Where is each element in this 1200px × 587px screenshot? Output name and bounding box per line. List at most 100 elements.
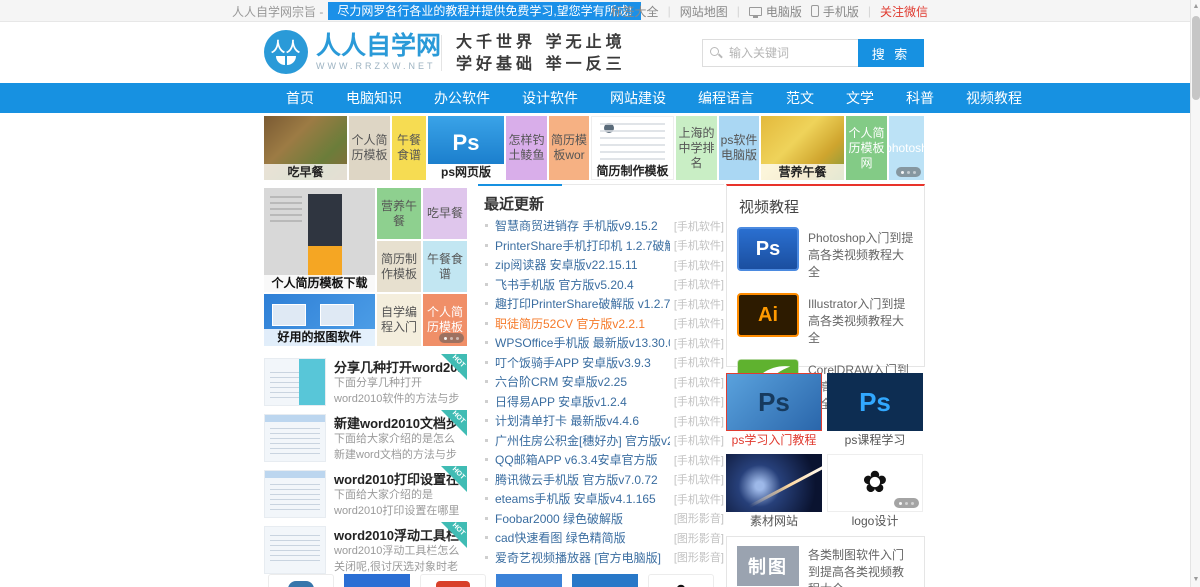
list-item[interactable]: 腾讯微云手机版 官方版v7.0.72[手机软件] — [478, 470, 724, 490]
update-link[interactable]: cad快速看图 绿色精简版 — [495, 529, 670, 546]
update-link[interactable]: 叮个饭骑手APP 安卓版v3.9.3 — [495, 354, 670, 371]
video-item-illustrator[interactable]: Ai Illustrator入门到提高各类视频教程大全 — [737, 293, 914, 347]
logo-flower-tile[interactable]: ✿ — [648, 574, 714, 587]
update-link[interactable]: 爱奇艺视频播放器 [官方电脑版] — [495, 549, 670, 566]
grid-tile-fishing[interactable]: 怎样钓土鲮鱼 — [506, 116, 547, 180]
update-link[interactable]: eteams手机版 安卓版v4.1.165 — [495, 490, 670, 507]
gallery-ps-course[interactable]: Ps ps课程学习 — [827, 373, 923, 449]
grid-tile-lunch-recipe[interactable]: 午餐食谱 — [392, 116, 426, 180]
tile-breakfast[interactable]: 吃早餐 — [423, 188, 467, 239]
nav-video[interactable]: 视频教程 — [950, 83, 1038, 113]
tile-nutritious-lunch[interactable]: 营养午餐 — [377, 188, 421, 239]
tile-label: 简历模板wor — [549, 133, 589, 163]
update-link[interactable]: 趣打印PrinterShare破解版 v1.2.7安卓高 — [495, 295, 670, 312]
update-link[interactable]: QQ邮箱APP v6.3.4安卓官方版 — [495, 451, 670, 468]
list-item[interactable]: PrinterShare手机打印机 1.2.7破解版[手机软件] — [478, 236, 724, 256]
link-sitemap[interactable]: 网站地图 — [680, 3, 728, 20]
update-link[interactable]: PrinterShare手机打印机 1.2.7破解版 — [495, 237, 670, 254]
nav-design[interactable]: 设计软件 — [506, 83, 594, 113]
video-item-photoshop[interactable]: Ps Photoshop入门到提高各类视频教程大全 — [737, 227, 914, 281]
list-item[interactable]: 趣打印PrinterShare破解版 v1.2.7安卓高[手机软件] — [478, 294, 724, 314]
link-tags[interactable]: 标签大全 — [611, 3, 659, 20]
tile-resume-template[interactable]: 个人简历模板 — [423, 294, 467, 346]
update-link[interactable]: 广州住房公积金[穗好办] 官方版v2.5.19 — [495, 432, 670, 449]
grid-tile-resume[interactable]: 个人简历模板 — [349, 116, 390, 180]
update-link[interactable]: 腾讯微云手机版 官方版v7.0.72 — [495, 471, 670, 488]
list-item[interactable]: 广州住房公积金[穗好办] 官方版v2.5.19[手机软件] — [478, 431, 724, 451]
gallery-logo-design[interactable]: ✿ logo设计 — [827, 454, 923, 530]
link-mobile-version[interactable]: 手机版 — [811, 3, 859, 20]
list-item[interactable]: 智慧商贸进销存 手机版v9.15.2[手机软件] — [478, 216, 724, 236]
list-item[interactable]: 飞书手机版 官方版v5.20.4[手机软件] — [478, 275, 724, 295]
office-tile[interactable] — [420, 574, 486, 587]
list-item[interactable]: 日得易APP 安卓版v1.2.4[手机软件] — [478, 392, 724, 412]
nav-programming[interactable]: 编程语言 — [682, 83, 770, 113]
nav-home[interactable]: 首页 — [270, 83, 330, 113]
article-item[interactable]: 新建word2010文档步骤 下面给大家介绍的是怎么新建word文档的方法与步骤… — [264, 410, 467, 466]
carousel-pager[interactable] — [894, 498, 919, 508]
gallery-cutout-software[interactable]: 好用的抠图软件 — [264, 294, 375, 346]
scroll-up-arrow[interactable]: ▲ — [1192, 2, 1200, 12]
nav-literature[interactable]: 文学 — [830, 83, 890, 113]
grid-tile-resume-site[interactable]: 个人简历模板网 — [846, 116, 887, 180]
tile-self-programming[interactable]: 自学编程入门 — [377, 294, 421, 346]
tile-resume-making[interactable]: 简历制作模板 — [377, 241, 421, 292]
list-item[interactable]: 计划清单打卡 最新版v4.4.6[手机软件] — [478, 411, 724, 431]
ps-app-tile[interactable]: Ps — [572, 574, 638, 587]
update-link[interactable]: 日得易APP 安卓版v1.2.4 — [495, 393, 670, 410]
grid-tile-resume-word[interactable]: 简历模板wor — [549, 116, 589, 180]
list-item[interactable]: 爱奇艺视频播放器 [官方电脑版][图形影音] — [478, 548, 724, 568]
update-link[interactable]: 飞书手机版 官方版v5.20.4 — [495, 276, 670, 293]
update-link[interactable]: 计划清单打卡 最新版v4.4.6 — [495, 412, 670, 429]
list-item[interactable]: 职徒简历52CV 官方版v2.2.1[手机软件] — [478, 314, 724, 334]
word-tile[interactable]: P — [344, 574, 410, 587]
update-link[interactable]: 六台阶CRM 安卓版v2.25 — [495, 373, 670, 390]
site-logo[interactable]: 人人 人人自学网 WWW.RRZXW.NET — [264, 30, 441, 74]
scroll-down-arrow[interactable]: ▼ — [1192, 575, 1200, 585]
link-wechat[interactable]: 关注微信 — [880, 3, 928, 20]
grid-tile-ps-pc[interactable]: ps软件电脑版 — [719, 116, 759, 180]
list-item[interactable]: zip阅读器 安卓版v22.15.11[手机软件] — [478, 255, 724, 275]
link-pc-version[interactable]: 电脑版 — [749, 3, 802, 20]
notice-prefix: 人人自学网宗旨 - — [232, 3, 323, 20]
carousel-pager[interactable] — [896, 167, 921, 177]
gallery-material-site[interactable]: 素材网站 — [726, 454, 822, 530]
scrollbar-thumb[interactable] — [1192, 16, 1200, 100]
nav-computer[interactable]: 电脑知识 — [330, 83, 418, 113]
list-item[interactable]: 叮个饭骑手APP 安卓版v3.9.3[手机软件] — [478, 353, 724, 373]
update-link[interactable]: zip阅读器 安卓版v22.15.11 — [495, 256, 670, 273]
list-item[interactable]: WPSOffice手机版 最新版v13.30.0[手机软件] — [478, 333, 724, 353]
list-item[interactable]: QQ邮箱APP v6.3.4安卓官方版[手机软件] — [478, 450, 724, 470]
article-item[interactable]: word2010浮动工具栏怎 word2010浮动工具栏怎么关闭呢,很讨厌选对象… — [264, 522, 467, 578]
bullet-icon — [485, 244, 488, 247]
update-link-highlighted[interactable]: 职徒简历52CV 官方版v2.2.1 — [495, 315, 670, 332]
gallery-resume-download[interactable]: 个人简历模板下载 — [264, 188, 375, 292]
gallery-ps-beginner[interactable]: Ps ps学习入门教程 — [726, 373, 822, 449]
grid-tile-breakfast[interactable]: 吃早餐 — [264, 116, 347, 180]
nav-office[interactable]: 办公软件 — [418, 83, 506, 113]
list-item[interactable]: 六台阶CRM 安卓版v2.25[手机软件] — [478, 372, 724, 392]
grid-tile-ps-web[interactable]: Ps ps网页版 — [428, 116, 504, 180]
update-link[interactable]: Foobar2000 绿色破解版 — [495, 510, 670, 527]
article-item[interactable]: word2010打印设置在哪 下面给大家介绍的是word2010打印设置在哪里的… — [264, 466, 467, 522]
grid-tile-school-rank[interactable]: 上海的中学排名 — [676, 116, 717, 180]
search-input[interactable] — [702, 39, 858, 67]
grid-tile-lunch[interactable]: 营养午餐 — [761, 116, 844, 180]
blue-app-tile[interactable] — [496, 574, 562, 587]
grid-tile-photoshop[interactable]: photosh — [889, 116, 924, 180]
carousel-pager[interactable] — [439, 333, 464, 343]
list-item[interactable]: Foobar2000 绿色破解版[图形影音] — [478, 509, 724, 529]
python-tile[interactable] — [268, 574, 334, 587]
update-link[interactable]: WPSOffice手机版 最新版v13.30.0 — [495, 334, 670, 351]
article-item[interactable]: 分享几种打开word2010 下面分享几种打开word2010软件的方法与步骤。… — [264, 354, 467, 410]
nav-web[interactable]: 网站建设 — [594, 83, 682, 113]
grid-tile-resume-making[interactable]: 简历制作模板 — [591, 116, 674, 180]
chart-software-box[interactable]: 制图 各类制图软件入门到提高各类视频教程大全 — [726, 536, 925, 587]
list-item[interactable]: eteams手机版 安卓版v4.1.165[手机软件] — [478, 489, 724, 509]
tile-lunch-recipe[interactable]: 午餐食谱 — [423, 241, 467, 292]
search-button[interactable]: 搜 索 — [858, 39, 924, 67]
list-item[interactable]: cad快速看图 绿色精简版[图形影音] — [478, 528, 724, 548]
update-link[interactable]: 智慧商贸进销存 手机版v9.15.2 — [495, 217, 670, 234]
nav-essay[interactable]: 范文 — [770, 83, 830, 113]
nav-science[interactable]: 科普 — [890, 83, 950, 113]
